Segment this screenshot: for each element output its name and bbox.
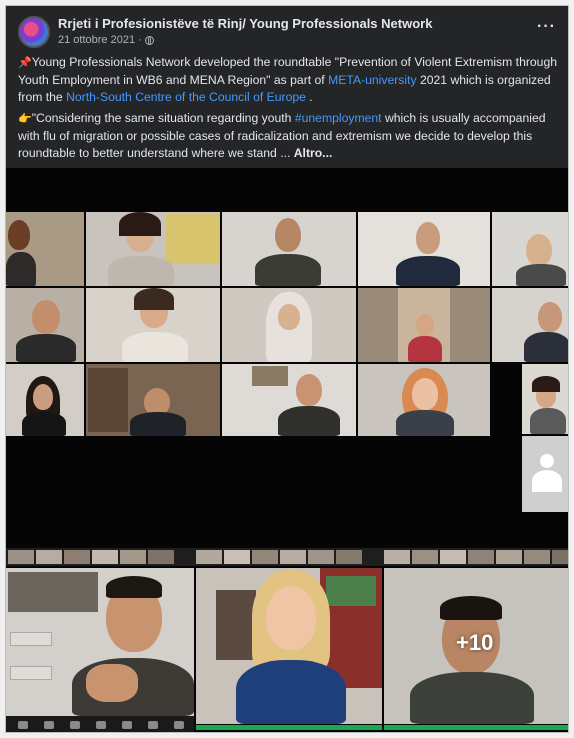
post-paragraph-1: 📌Young Professionals Network developed t… [18, 55, 558, 104]
active-speaker-indicator [384, 725, 568, 730]
facebook-post: Rrjeti i Profesionistëve të Rinj/ Young … [5, 5, 569, 733]
active-speaker-indicator [196, 725, 382, 730]
post-photo[interactable]: +10 [6, 168, 568, 732]
north-south-centre-link[interactable]: North-South Centre of the Council of Eur… [66, 90, 306, 104]
meta-university-link[interactable]: META-university [328, 73, 416, 87]
video-tile [492, 212, 568, 286]
participant-thumbnail-strip [6, 548, 568, 566]
video-tile [6, 364, 84, 436]
page-avatar[interactable] [18, 16, 50, 48]
video-tile [222, 288, 356, 362]
post-paragraph-2: 👉"Considering the same situation regardi… [18, 111, 546, 160]
video-tile [522, 364, 568, 434]
video-tile [86, 288, 220, 362]
page-name[interactable]: Rrjeti i Profesionistëve të Rinj/ Young … [58, 16, 432, 31]
post-date[interactable]: 21 ottobre 2021 [58, 34, 135, 46]
pointing-hand-icon: 👉 [18, 113, 32, 125]
see-more-link[interactable]: Altro... [294, 146, 333, 160]
post-text: 📌Young Professionals Network developed t… [18, 54, 558, 166]
more-photos-count[interactable]: +10 [456, 630, 493, 656]
video-tile [358, 364, 490, 436]
pushpin-icon: 📌 [18, 57, 32, 69]
meeting-controls-bar [6, 716, 194, 732]
video-tile [6, 568, 194, 716]
globe-icon [144, 35, 154, 45]
video-tile [358, 212, 490, 286]
hashtag-unemployment-link[interactable]: #unemployment [295, 111, 382, 125]
video-tile [6, 212, 84, 286]
video-tile [6, 288, 84, 362]
post-meta: 21 ottobre 2021 · [58, 34, 154, 46]
video-tile [358, 288, 490, 362]
date-separator: · [138, 34, 142, 46]
no-video-tile [522, 436, 568, 512]
post-header: Rrjeti i Profesionistëve të Rinj/ Young … [18, 14, 556, 54]
user-placeholder-icon [540, 454, 554, 468]
more-options-icon[interactable]: ··· [537, 18, 556, 36]
video-tile [492, 288, 568, 362]
video-tile [86, 212, 220, 286]
video-tile [86, 364, 220, 436]
video-tile [222, 364, 356, 436]
video-tile [222, 212, 356, 286]
video-tile [196, 568, 382, 724]
